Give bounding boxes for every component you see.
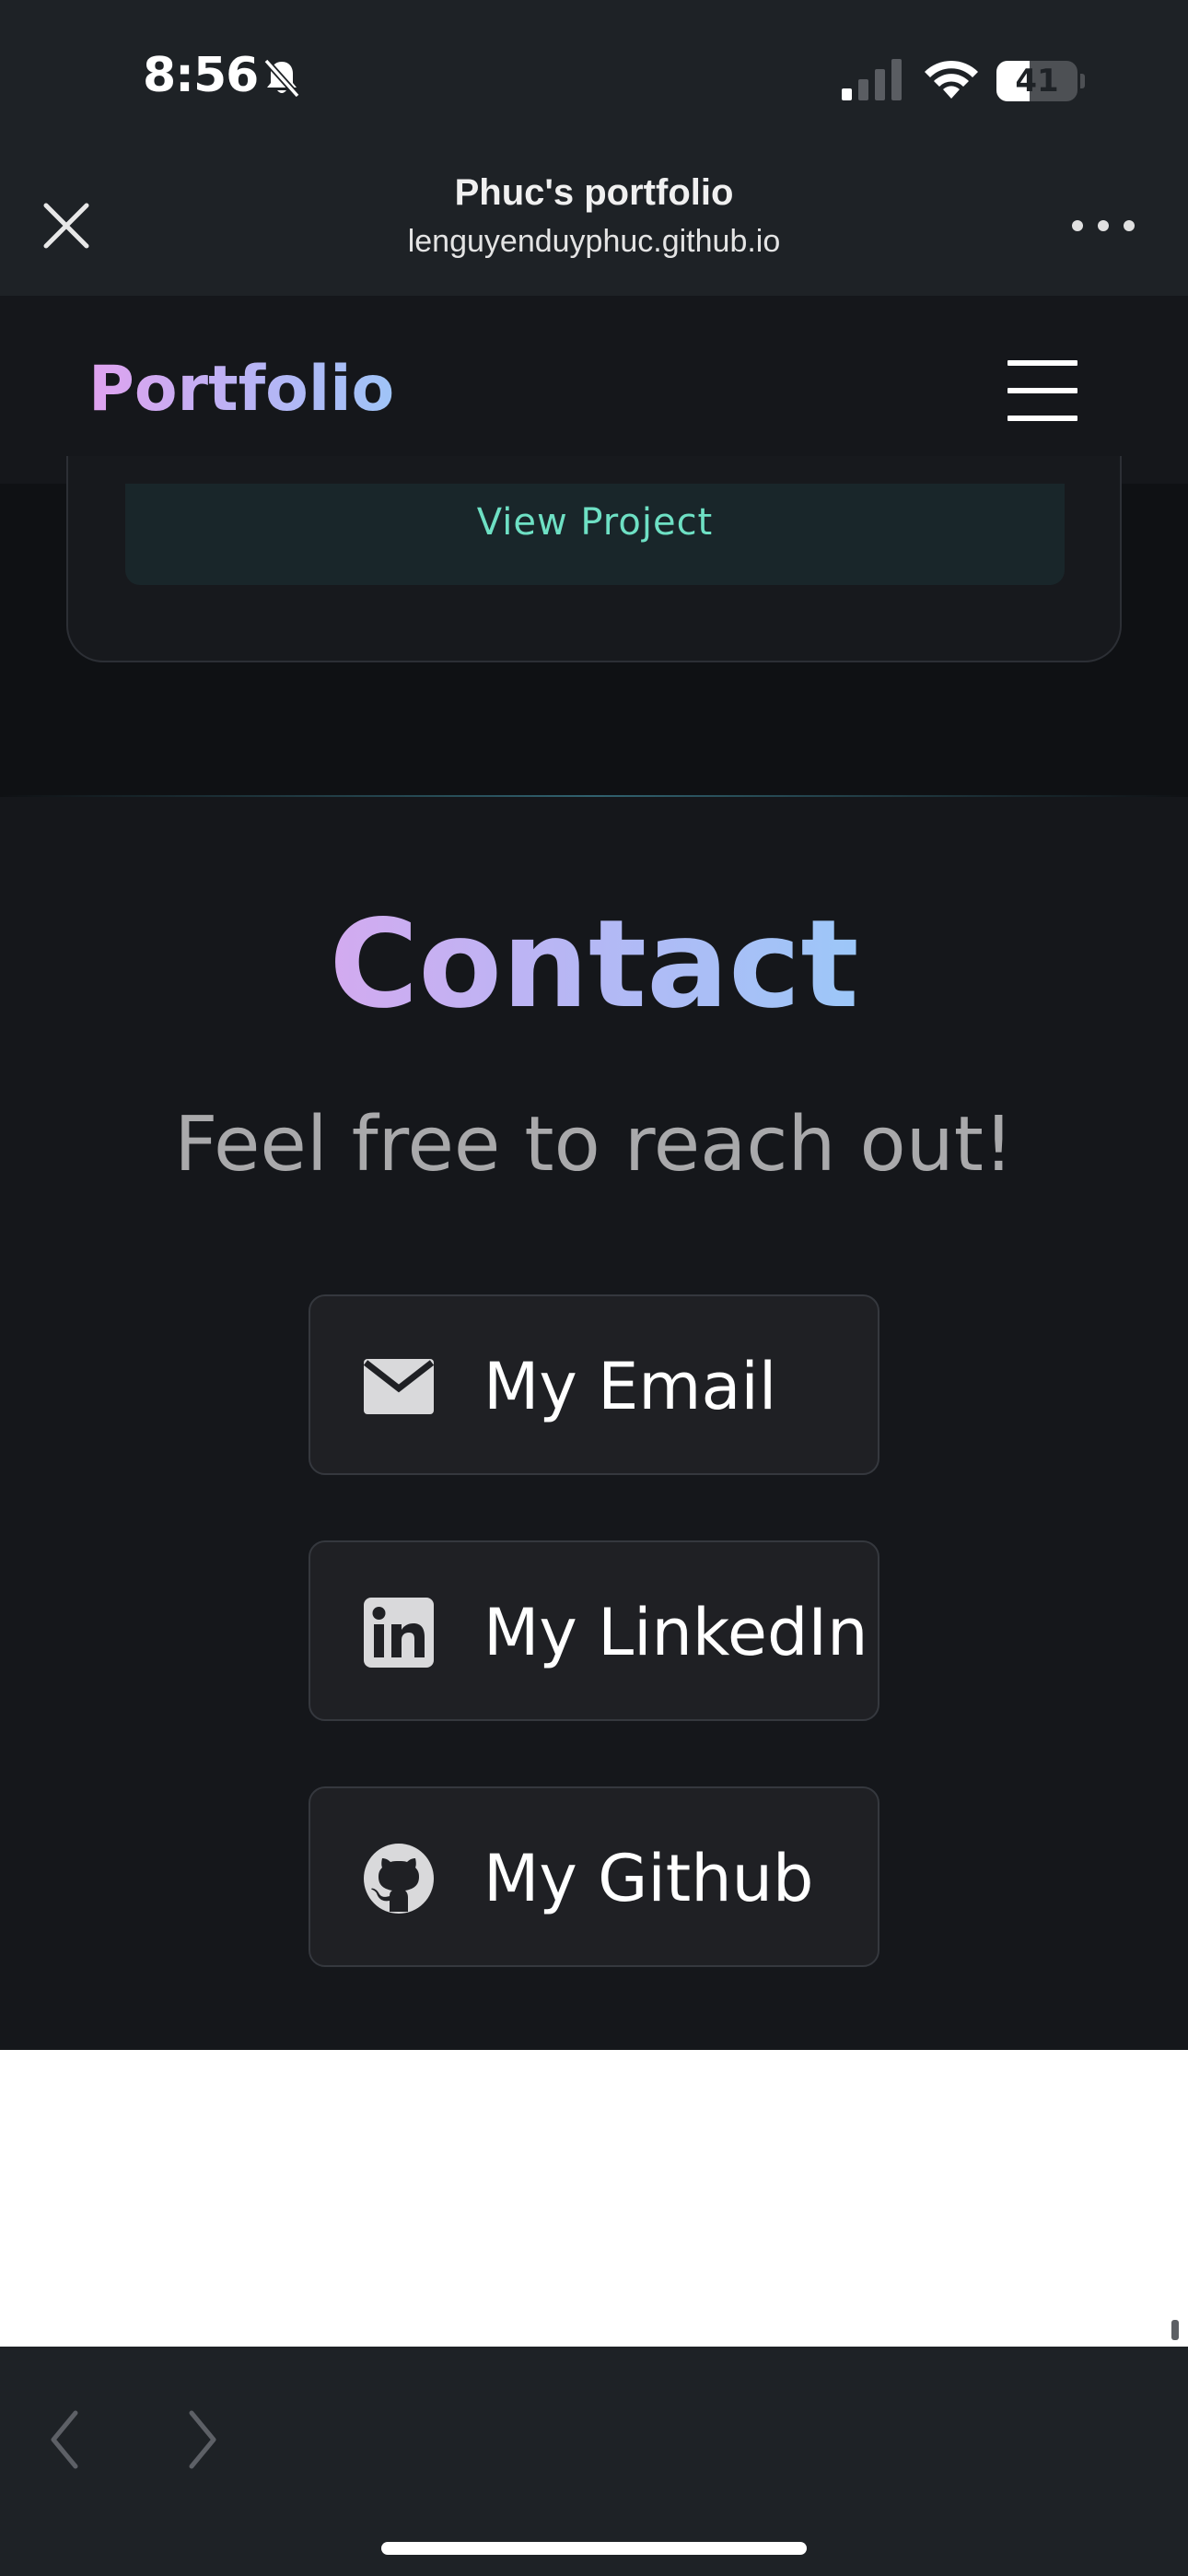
browser-header: Phuc's portfolio lenguyenduyphuc.github.… [0, 161, 1188, 296]
battery-icon: 41 [996, 61, 1085, 101]
contact-section: Contact Feel free to reach out! My Email… [0, 797, 1188, 2050]
github-button-label: My Github [483, 1841, 814, 1916]
status-time: 8:56 [143, 48, 259, 103]
page-footer-blank [0, 2050, 1188, 2347]
wifi-icon [925, 60, 978, 99]
email-button[interactable]: My Email [309, 1294, 879, 1475]
back-arrow-icon[interactable] [44, 2407, 85, 2472]
bell-off-icon [263, 58, 300, 99]
linkedin-button-label: My LinkedIn [483, 1595, 868, 1670]
home-indicator [381, 2542, 807, 2555]
github-button[interactable]: My Github [309, 1786, 879, 1967]
contact-heading: Contact [0, 894, 1188, 1036]
envelope-icon [363, 1359, 435, 1414]
linkedin-icon [364, 1598, 434, 1668]
project-card: View Project [66, 456, 1122, 662]
site-logo[interactable]: Portfolio [88, 353, 394, 426]
cellular-signal-icon [842, 59, 902, 100]
browser-toolbar [0, 2347, 1188, 2576]
forward-arrow-icon[interactable] [182, 2407, 223, 2472]
github-icon [364, 1844, 434, 1914]
email-button-label: My Email [483, 1349, 777, 1424]
linkedin-button[interactable]: My LinkedIn [309, 1540, 879, 1721]
projects-section: View Project [0, 456, 1188, 798]
contact-heading-text: Contact [329, 894, 859, 1036]
scrollbar[interactable] [1171, 2320, 1179, 2340]
page-title: Phuc's portfolio [454, 172, 734, 213]
more-options-icon[interactable] [1068, 207, 1138, 244]
page-url: lenguyenduyphuc.github.io [407, 224, 781, 259]
hamburger-menu-icon[interactable] [1007, 360, 1077, 421]
contact-subtitle: Feel free to reach out! [174, 1101, 1014, 1188]
battery-percent: 41 [1015, 63, 1059, 100]
view-project-button[interactable]: View Project [125, 484, 1065, 585]
status-bar: 8:56 41 [0, 0, 1188, 161]
